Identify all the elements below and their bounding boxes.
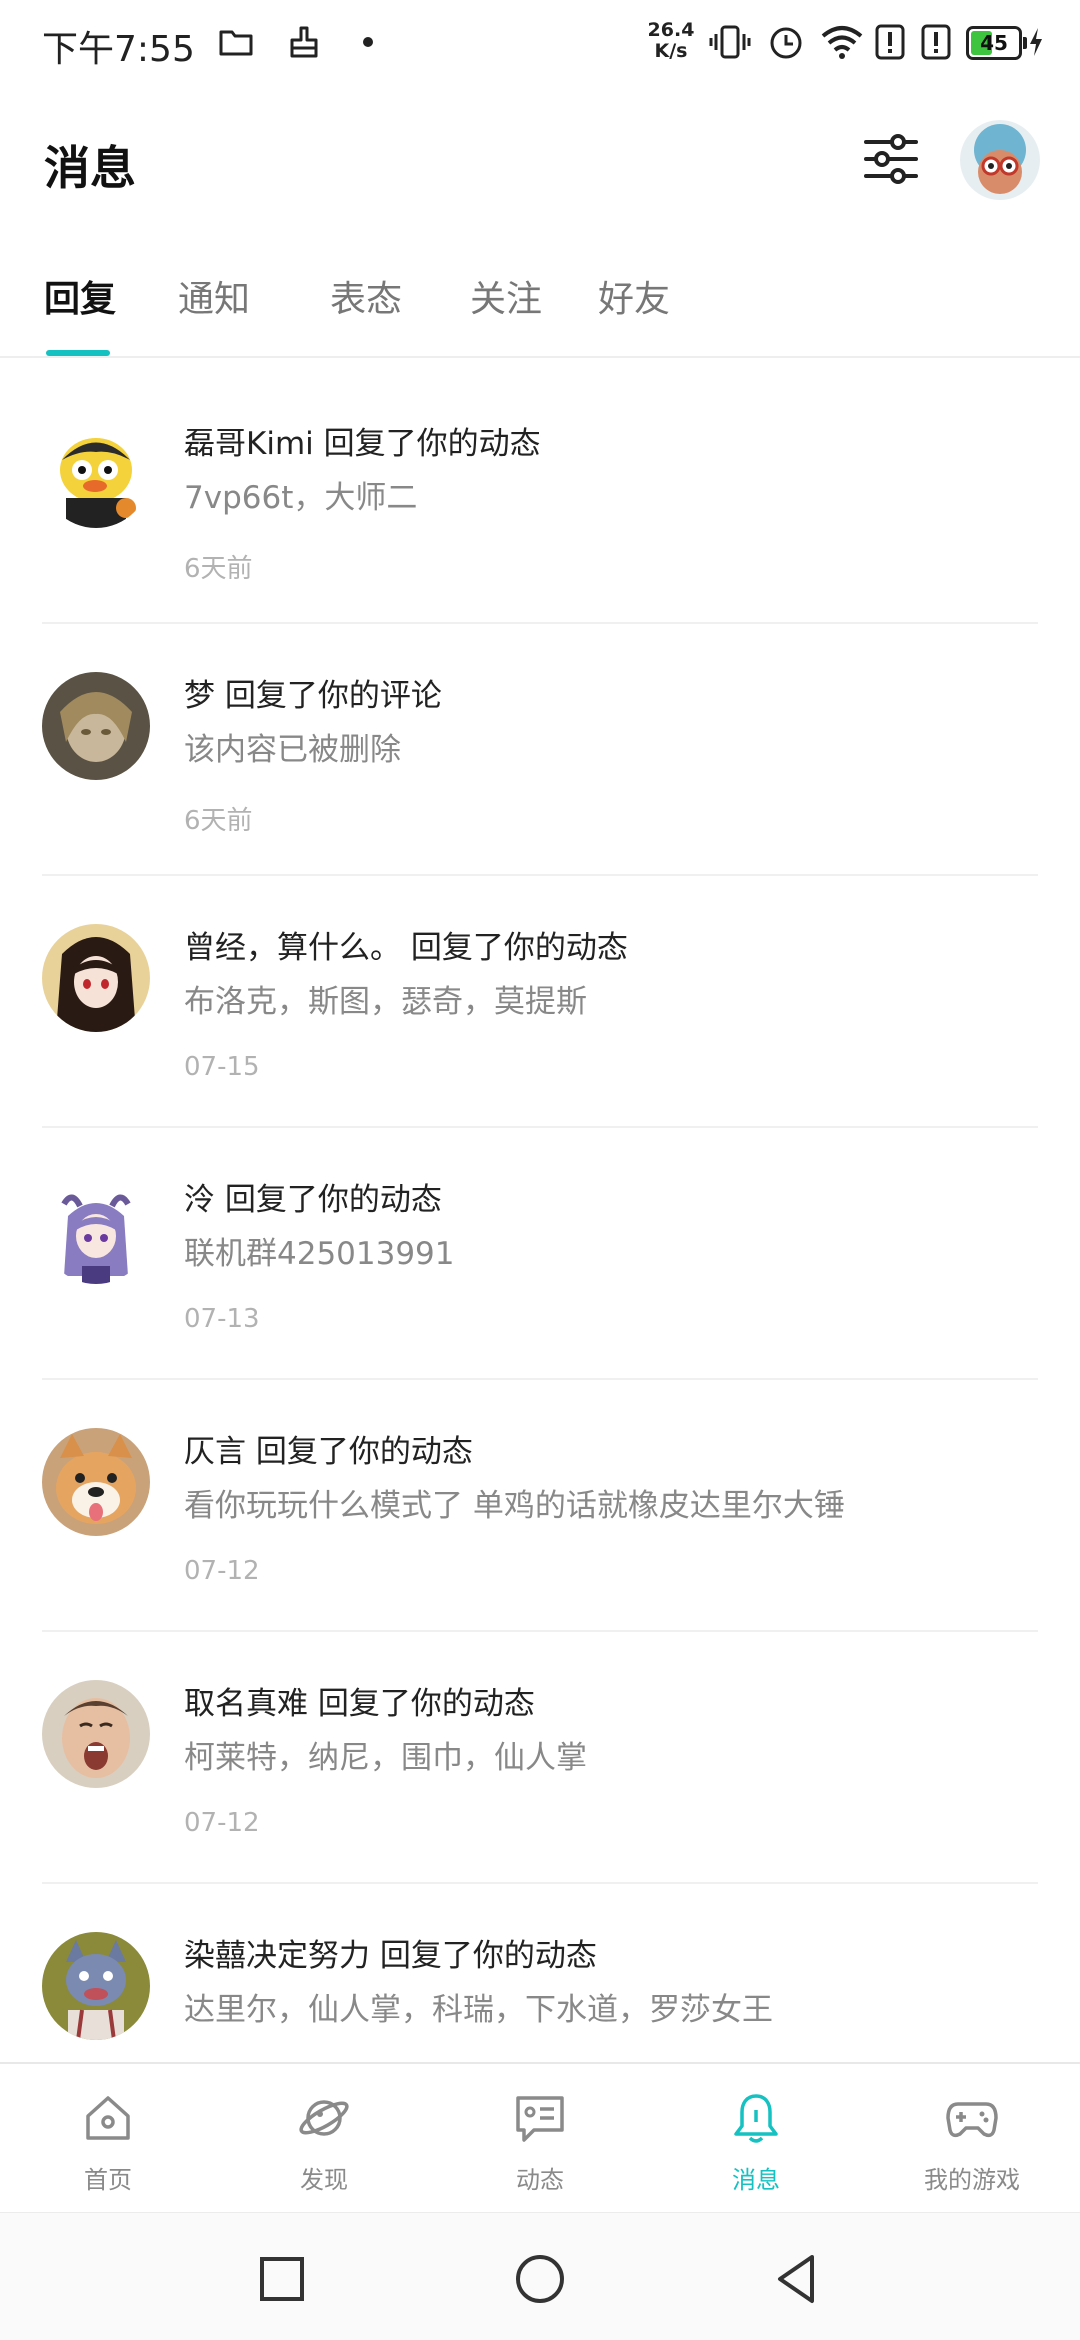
tab-follows[interactable]: 关注 — [470, 270, 542, 322]
tab-replies[interactable]: 回复 — [44, 270, 116, 322]
feed-icon — [516, 2096, 564, 2142]
avatar[interactable] — [42, 1680, 150, 1788]
message-title: 梦 回复了你的评论 — [184, 678, 442, 714]
list-item[interactable]: 染囍决定努力 回复了你的动态 达里尔，仙人掌，科瑞，下水道，罗莎女王 — [0, 1884, 1080, 2062]
nav-home[interactable]: 首页 — [28, 2084, 188, 2204]
list-item[interactable]: 磊哥Kimi 回复了你的动态 7vp66t，大师二 6天前 — [0, 372, 1080, 624]
nav-label: 我的游戏 — [924, 2166, 1020, 2194]
status-time: 下午7:55 — [42, 29, 195, 70]
message-title: 磊哥Kimi 回复了你的动态 — [184, 426, 541, 462]
dot-icon — [358, 20, 378, 64]
avatar[interactable] — [42, 420, 150, 528]
divider — [0, 356, 1080, 358]
list-item[interactable]: 梦 回复了你的评论 该内容已被删除 6天前 — [0, 624, 1080, 876]
status-bar: 下午7:55 26.4 K/s 45 — [0, 0, 1080, 88]
message-time: 07-13 — [184, 1304, 260, 1334]
vibrate-icon — [708, 20, 752, 64]
recents-button[interactable] — [252, 2249, 312, 2309]
profile-avatar[interactable] — [960, 120, 1040, 200]
message-title: 泠 回复了你的动态 — [184, 1182, 442, 1218]
wifi-icon — [818, 20, 866, 64]
message-title: 取名真难 回复了你的动态 — [184, 1686, 535, 1722]
avatar[interactable] — [42, 672, 150, 780]
battery-level: 45 — [980, 31, 1008, 55]
filter-button[interactable] — [860, 128, 922, 190]
tab-reactions[interactable]: 表态 — [330, 270, 402, 322]
message-time: 07-12 — [184, 1556, 260, 1586]
avatar[interactable] — [42, 924, 150, 1032]
message-title: 染囍决定努力 回复了你的动态 — [184, 1938, 597, 1974]
bottom-nav: 首页 发现 动态 消息 我的游戏 — [0, 2062, 1080, 2212]
message-content: 看你玩玩什么模式了 单鸡的话就橡皮达里尔大锤 — [184, 1488, 845, 1524]
planet-icon — [299, 2100, 349, 2136]
message-content: 联机群425013991 — [184, 1236, 455, 1272]
list-item[interactable]: 仄言 回复了你的动态 看你玩玩什么模式了 单鸡的话就橡皮达里尔大锤 07-12 — [0, 1380, 1080, 1632]
nav-messages[interactable]: 消息 — [676, 2084, 836, 2204]
message-content: 达里尔，仙人掌，科瑞，下水道，罗莎女王 — [184, 1992, 773, 2028]
message-content: 布洛克，斯图，瑟奇，莫提斯 — [184, 984, 587, 1020]
nav-label: 动态 — [516, 2166, 564, 2194]
nav-label: 发现 — [300, 2166, 348, 2194]
bell-icon — [734, 2094, 778, 2143]
avatar[interactable] — [42, 1428, 150, 1536]
list-item[interactable]: 曾经，算什么。 回复了你的动态 布洛克，斯图，瑟奇，莫提斯 07-15 — [0, 876, 1080, 1128]
list-item[interactable]: 取名真难 回复了你的动态 柯莱特，纳尼，围巾，仙人掌 07-12 — [0, 1632, 1080, 1884]
alert-icon — [872, 20, 908, 64]
alarm-icon — [764, 20, 808, 64]
nav-feed[interactable]: 动态 — [460, 2084, 620, 2204]
gamepad-icon — [946, 2102, 998, 2138]
nav-discover[interactable]: 发现 — [244, 2084, 404, 2204]
message-time: 6天前 — [184, 554, 253, 584]
charging-icon — [1026, 20, 1046, 64]
message-time: 07-12 — [184, 1808, 260, 1838]
system-nav-bar — [0, 2212, 1080, 2340]
message-title: 曾经，算什么。 回复了你的动态 — [184, 930, 628, 966]
alert-icon — [918, 20, 954, 64]
sliders-icon — [864, 134, 918, 184]
tab-friends[interactable]: 好友 — [598, 270, 670, 322]
message-content: 7vp66t，大师二 — [184, 480, 418, 516]
message-title: 仄言 回复了你的动态 — [184, 1434, 473, 1470]
net-speed-value: 26.4 — [647, 19, 695, 41]
avatar — [960, 120, 1040, 200]
message-content: 柯莱特，纳尼，围巾，仙人掌 — [184, 1740, 587, 1776]
thumb-icon — [284, 20, 324, 64]
message-time: 07-15 — [184, 1052, 260, 1082]
message-time: 6天前 — [184, 806, 253, 836]
folder-icon — [216, 20, 256, 64]
avatar[interactable] — [42, 1176, 150, 1284]
nav-label: 消息 — [732, 2166, 780, 2194]
message-list: 磊哥Kimi 回复了你的动态 7vp66t，大师二 6天前 梦 回复了你的评论 … — [0, 372, 1080, 2062]
tab-notifications[interactable]: 通知 — [178, 270, 250, 322]
battery-icon: 45 — [966, 26, 1027, 60]
tab-bar: 回复 通知 表态 关注 好友 — [0, 270, 1080, 360]
message-content: 该内容已被删除 — [184, 732, 401, 768]
net-speed-unit: K/s — [654, 40, 688, 62]
nav-label: 首页 — [84, 2166, 132, 2194]
home-button[interactable] — [510, 2249, 570, 2309]
net-speed: 26.4 K/s — [646, 20, 696, 62]
avatar[interactable] — [42, 1932, 150, 2040]
home-icon — [86, 2096, 130, 2140]
back-button[interactable] — [768, 2249, 828, 2309]
list-item[interactable]: 泠 回复了你的动态 联机群425013991 07-13 — [0, 1128, 1080, 1380]
nav-my-games[interactable]: 我的游戏 — [892, 2084, 1052, 2204]
page-title: 消息 — [44, 141, 136, 195]
